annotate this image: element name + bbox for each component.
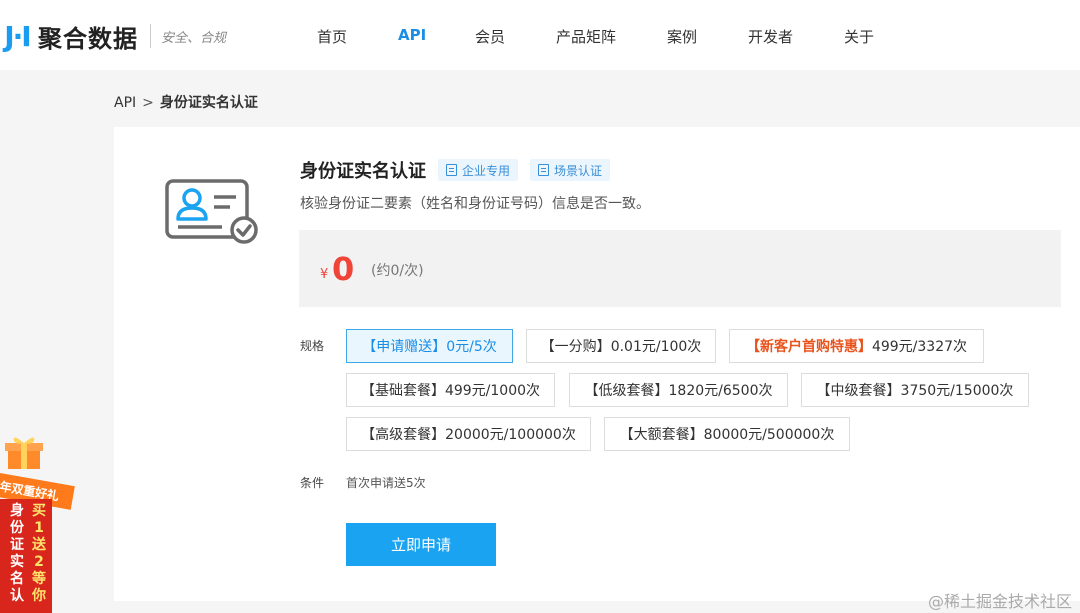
spec-option-tag: 【大额套餐】 xyxy=(619,427,704,443)
condition-text: 首次申请送5次 xyxy=(346,476,426,490)
price-per-call: (约0/次) xyxy=(371,263,424,279)
breadcrumb-api-link[interactable]: API xyxy=(114,95,136,111)
spec-option-large[interactable]: 【大额套餐】 80000元/500000次 xyxy=(604,417,850,451)
spec-option-price: 80000元/500000次 xyxy=(703,427,835,443)
spec-option-price: 1820元/6500次 xyxy=(668,383,773,399)
price-box: ¥ 0 (约0/次) xyxy=(299,230,1061,307)
promo-body: 身份证实名认 买1送2等你 xyxy=(0,499,52,613)
logo-mark-icon: J·I xyxy=(4,19,31,53)
nav-product-matrix[interactable]: 产品矩阵 xyxy=(556,26,616,47)
nav-developer[interactable]: 开发者 xyxy=(748,26,793,47)
breadcrumb-separator: > xyxy=(142,95,154,111)
spec-option-price: 0.01元/100次 xyxy=(610,339,702,355)
spec-option-price: 499元/3327次 xyxy=(871,339,968,355)
top-header: J·I 聚合数据 安全、合规 首页 API 会员 产品矩阵 案例 开发者 关于 xyxy=(0,0,1080,70)
logo-divider xyxy=(150,24,151,48)
spec-option-price: 3750元/15000次 xyxy=(900,383,1014,399)
id-card-verified-icon xyxy=(165,179,258,244)
spec-option-tag: 【高级套餐】 xyxy=(361,427,446,443)
price-value: 0 xyxy=(332,250,355,288)
nav-home[interactable]: 首页 xyxy=(317,26,347,47)
condition-label: 条件 xyxy=(300,476,325,490)
product-description: 核验身份证二要素（姓名和身份证号码）信息是否一致。 xyxy=(300,196,650,212)
breadcrumb: API > 身份证实名认证 xyxy=(114,92,258,112)
scene-doc-icon xyxy=(538,164,550,176)
product-card: 身份证实名认证 企业专用 场景认证 核验身份证二要素（姓名和身份证号码）信息是否… xyxy=(114,127,1080,601)
spec-label: 规格 xyxy=(300,339,325,353)
spec-option-tag: 【申请赠送】 xyxy=(362,339,447,355)
spec-option-high[interactable]: 【高级套餐】 20000元/100000次 xyxy=(346,417,591,451)
spec-option-mid[interactable]: 【中级套餐】 3750元/15000次 xyxy=(801,373,1029,407)
nav-api[interactable]: API xyxy=(398,26,426,44)
tag-enterprise: 企业专用 xyxy=(438,159,519,181)
enterprise-doc-icon xyxy=(446,164,457,176)
watermark: @稀土掘金技术社区 xyxy=(927,592,1072,611)
promo-ribbon[interactable]: 年双重好礼 身份证实名认 买1送2等你 xyxy=(0,433,80,613)
spec-option-price: 20000元/100000次 xyxy=(445,427,576,443)
tag-scene-label: 场景认证 xyxy=(554,163,603,178)
nav-about[interactable]: 关于 xyxy=(844,26,874,47)
spec-option-tag: 【一分购】 xyxy=(540,339,611,355)
currency-symbol: ¥ xyxy=(320,267,329,282)
spec-option-tag: 【中级套餐】 xyxy=(816,383,901,399)
spec-option-price: 0元/5次 xyxy=(446,339,497,355)
breadcrumb-current: 身份证实名认证 xyxy=(159,95,258,111)
promo-offer-text: 买1送2等你 xyxy=(32,503,46,604)
spec-option-price: 499元/1000次 xyxy=(444,383,541,399)
spec-option-penny[interactable]: 【一分购】 0.01元/100次 xyxy=(526,329,716,363)
product-title-row: 身份证实名认证 企业专用 场景认证 xyxy=(300,158,611,182)
spec-option-low[interactable]: 【低级套餐】 1820元/6500次 xyxy=(569,373,788,407)
site-logo[interactable]: J·I 聚合数据 安全、合规 xyxy=(0,18,226,54)
spec-option-free-gift[interactable]: 【申请赠送】 0元/5次 xyxy=(346,329,513,363)
logo-text: 聚合数据 xyxy=(38,24,138,53)
tag-scene: 场景认证 xyxy=(530,159,611,181)
promo-product-text: 身份证实名认 xyxy=(10,503,24,604)
gift-box-icon xyxy=(5,437,43,469)
spec-option-basic[interactable]: 【基础套餐】 499元/1000次 xyxy=(346,373,555,407)
tag-enterprise-label: 企业专用 xyxy=(462,163,511,178)
spec-option-tag: 【低级套餐】 xyxy=(584,383,669,399)
spec-option-tag: 【基础套餐】 xyxy=(360,383,445,399)
logo-slogan: 安全、合规 xyxy=(161,30,227,46)
nav-cases[interactable]: 案例 xyxy=(667,26,697,47)
spec-option-new-customer[interactable]: 【新客户首购特惠】 499元/3327次 xyxy=(729,329,984,363)
nav-membership[interactable]: 会员 xyxy=(475,26,505,47)
apply-now-button[interactable]: 立即申请 xyxy=(346,523,496,566)
product-title: 身份证实名认证 xyxy=(300,161,426,182)
spec-option-tag: 【新客户首购特惠】 xyxy=(745,339,872,355)
